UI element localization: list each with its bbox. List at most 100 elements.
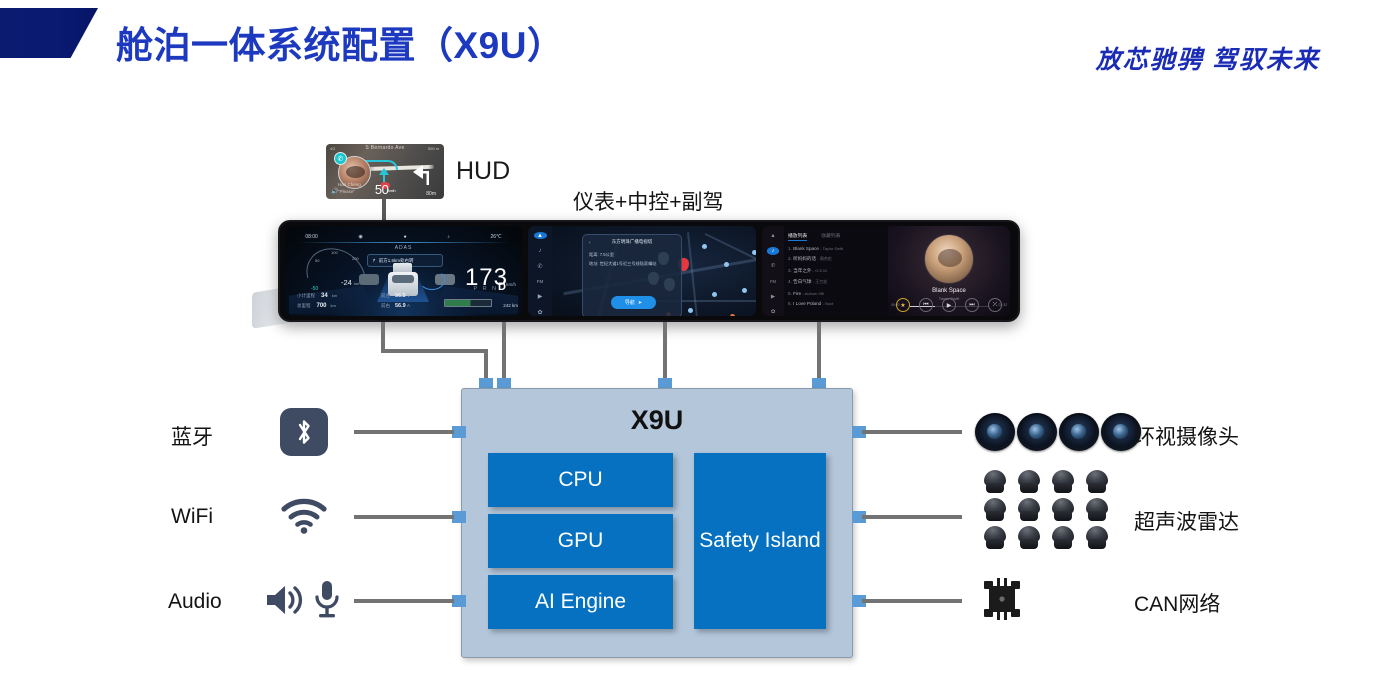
passenger-icon-rail: ▲ ♪ ✆ FM ▶ ✿ bbox=[762, 226, 784, 316]
nav-icon[interactable]: ▲ bbox=[533, 232, 547, 240]
poi-address: 地址: 世纪大道1号近三号线陆家嘴站 bbox=[589, 261, 657, 266]
list-item[interactable]: 3. 当年之外 - G.E.M. bbox=[788, 268, 884, 274]
next-icon[interactable]: ⏭ bbox=[965, 298, 979, 312]
favorite-icon[interactable]: ★ bbox=[896, 298, 910, 312]
ultrasonic-sensor-icon bbox=[1050, 498, 1076, 522]
total-unit: km bbox=[330, 303, 336, 308]
trip-unit: km bbox=[331, 293, 338, 298]
front-unit: V bbox=[406, 293, 410, 298]
x9u-chip: X9U CPU GPU AI Engine Safety Island bbox=[461, 388, 853, 658]
settings-icon[interactable]: ✿ bbox=[767, 309, 779, 316]
gauge-tick-1: 100 bbox=[331, 250, 338, 255]
ultrasonic-sensor-icon bbox=[1050, 526, 1076, 550]
chip-pin-left-1 bbox=[452, 426, 466, 438]
cluster-small-speed-value: -24 bbox=[341, 278, 352, 287]
speaker-icon bbox=[262, 578, 306, 622]
list-item[interactable]: 2. 听妈妈的话 - 周杰伦 bbox=[788, 256, 884, 262]
cluster-power-stats: 前左 56.5 V 前右 56.9 A bbox=[381, 291, 410, 311]
playlist-tabs: 播放列表 收藏列表 bbox=[788, 232, 884, 241]
center-icon-rail: ▲ ♪ ✆ FM ▶ ✿ bbox=[528, 226, 552, 316]
gear-options: P R N bbox=[473, 286, 499, 292]
ultrasonic-sensor-icon bbox=[1016, 526, 1042, 550]
media-icon[interactable]: ▶ bbox=[534, 293, 547, 300]
ultrasonic-sensor-icon bbox=[982, 498, 1008, 522]
hud-distance-top: 500 m bbox=[427, 146, 439, 151]
ultrasonic-sensor-icon bbox=[1084, 470, 1110, 494]
cluster-icon-c: ♪ bbox=[447, 234, 450, 240]
ultrasonic-sensor-icon bbox=[1084, 526, 1110, 550]
turn-right-icon: ↱ bbox=[372, 257, 376, 263]
chip-block-safety-island: Safety Island bbox=[694, 453, 826, 629]
hud-street-name: S Bernardo Ave bbox=[365, 145, 405, 151]
hud-speed-unit: km/h bbox=[388, 188, 396, 193]
slide-root: 舱泊一体系统配置（X9U） 放芯驰骋 驾驭未来 4G S Bernardo Av… bbox=[0, 0, 1384, 683]
phone-icon[interactable]: ✆ bbox=[534, 263, 547, 270]
phone-icon[interactable]: ✆ bbox=[767, 263, 779, 270]
wire-hud-vertical bbox=[381, 322, 385, 352]
poi-title: 东方明珠广播电视塔 bbox=[611, 239, 653, 244]
wire-cameras bbox=[862, 430, 962, 434]
label-surround-cameras: 环视摄像头 bbox=[1134, 426, 1239, 449]
cluster-gear-indicator: P R ND bbox=[473, 281, 508, 293]
play-icon[interactable]: ▶ bbox=[942, 298, 956, 312]
wire-bluetooth bbox=[354, 430, 454, 434]
gauge-tick-0: 50 bbox=[315, 258, 320, 263]
previous-icon[interactable]: ⏮ bbox=[919, 298, 933, 312]
album-art bbox=[924, 234, 974, 284]
chip-block-gpu: GPU bbox=[488, 514, 673, 568]
rear-unit: A bbox=[406, 303, 410, 308]
media-icon[interactable]: ▶ bbox=[767, 293, 779, 300]
wire-can bbox=[862, 599, 962, 603]
phone-icon: ✆ bbox=[334, 152, 347, 165]
camera-lens-group bbox=[975, 413, 1141, 451]
cluster-other-vehicle-left bbox=[359, 274, 379, 285]
label-bluetooth: 蓝牙 bbox=[171, 426, 213, 449]
tab-favorites[interactable]: 收藏列表 bbox=[821, 232, 840, 241]
tab-playlist[interactable]: 播放列表 bbox=[788, 232, 808, 241]
front-value: 56.5 bbox=[395, 293, 406, 299]
poi-info-card[interactable]: ‹ 东方明珠广播电视塔 距离: 7.5公里 地址: 世纪大道1号近三号线陆家嘴站… bbox=[582, 234, 682, 316]
label-audio: Audio bbox=[168, 590, 222, 613]
passenger-screen: ▲ ♪ ✆ FM ▶ ✿ 播放列表 收藏列表 1. Blank Space - … bbox=[762, 226, 1010, 316]
camera-lens-icon bbox=[1017, 413, 1057, 451]
now-playing-panel: Blank Space Taylor Swift 00:00 03:32 ★ ⏮… bbox=[888, 226, 1010, 316]
hud-connector-stem bbox=[382, 198, 386, 221]
list-item[interactable]: 1. Blank Space - Taylor Swift bbox=[788, 246, 884, 251]
label-can-network: CAN网络 bbox=[1134, 593, 1221, 616]
hud-speed-value: 50km/h bbox=[326, 182, 444, 197]
cluster-range-value: 242 km bbox=[503, 303, 518, 308]
label-ultrasonic-radar: 超声波雷达 bbox=[1134, 511, 1239, 534]
fm-icon[interactable]: FM bbox=[534, 278, 547, 285]
ultrasonic-sensor-icon bbox=[982, 526, 1008, 550]
cockpit-display-panel: 08:00 ◉ ● ♪ 26℃ ADAS ↱ 前方1.5km处右转 50 100… bbox=[278, 220, 1020, 322]
chip-block-cpu: CPU bbox=[488, 453, 673, 507]
hud-direction-arrow-icon bbox=[379, 168, 389, 175]
shuffle-icon[interactable]: ⤫ bbox=[988, 298, 1002, 312]
fm-icon[interactable]: FM bbox=[767, 278, 779, 285]
chip-pin-left-3 bbox=[452, 595, 466, 607]
music-icon[interactable]: ♪ bbox=[767, 247, 779, 255]
nav-icon[interactable]: ▲ bbox=[767, 232, 779, 239]
ultrasonic-sensor-icon bbox=[1084, 498, 1110, 522]
hud-preview-screen: 4G S Bernardo Ave 500 m ✆ Han Cheng 🔊 "P… bbox=[326, 144, 444, 199]
chip-pin-left-2 bbox=[452, 511, 466, 523]
ultrasonic-sensor-icon bbox=[1016, 498, 1042, 522]
music-icon[interactable]: ♪ bbox=[534, 247, 547, 254]
settings-icon[interactable]: ✿ bbox=[534, 309, 547, 316]
playlist-panel: 播放列表 收藏列表 1. Blank Space - Taylor Swift … bbox=[788, 232, 884, 311]
microphone-icon bbox=[313, 578, 341, 622]
navigate-arrow-icon: ➤ bbox=[637, 299, 643, 306]
trip-value: 34 bbox=[321, 293, 328, 299]
list-item[interactable]: 6. I Love Poland - Noot bbox=[788, 301, 884, 306]
navigation-map[interactable]: ‹ 东方明珠广播电视塔 距离: 7.5公里 地址: 世纪大道1号近三号线陆家嘴站… bbox=[552, 226, 756, 316]
wifi-icon bbox=[281, 498, 327, 534]
list-item[interactable]: 5. Fire - Auburn Hill bbox=[788, 291, 884, 296]
camera-lens-icon bbox=[975, 413, 1015, 451]
start-navigation-button[interactable]: 导航 ➤ bbox=[611, 296, 656, 309]
cluster-status-bar: 08:00 ◉ ● ♪ 26℃ bbox=[285, 232, 522, 242]
playback-controls: ★ ⏮ ▶ ⏭ ⤫ bbox=[888, 298, 1010, 312]
cluster-temp: 26℃ bbox=[490, 234, 502, 240]
list-item[interactable]: 4. 告白气球 - 王力宏 bbox=[788, 279, 884, 285]
total-label: 总里程 bbox=[297, 303, 311, 308]
bluetooth-icon bbox=[280, 408, 328, 456]
